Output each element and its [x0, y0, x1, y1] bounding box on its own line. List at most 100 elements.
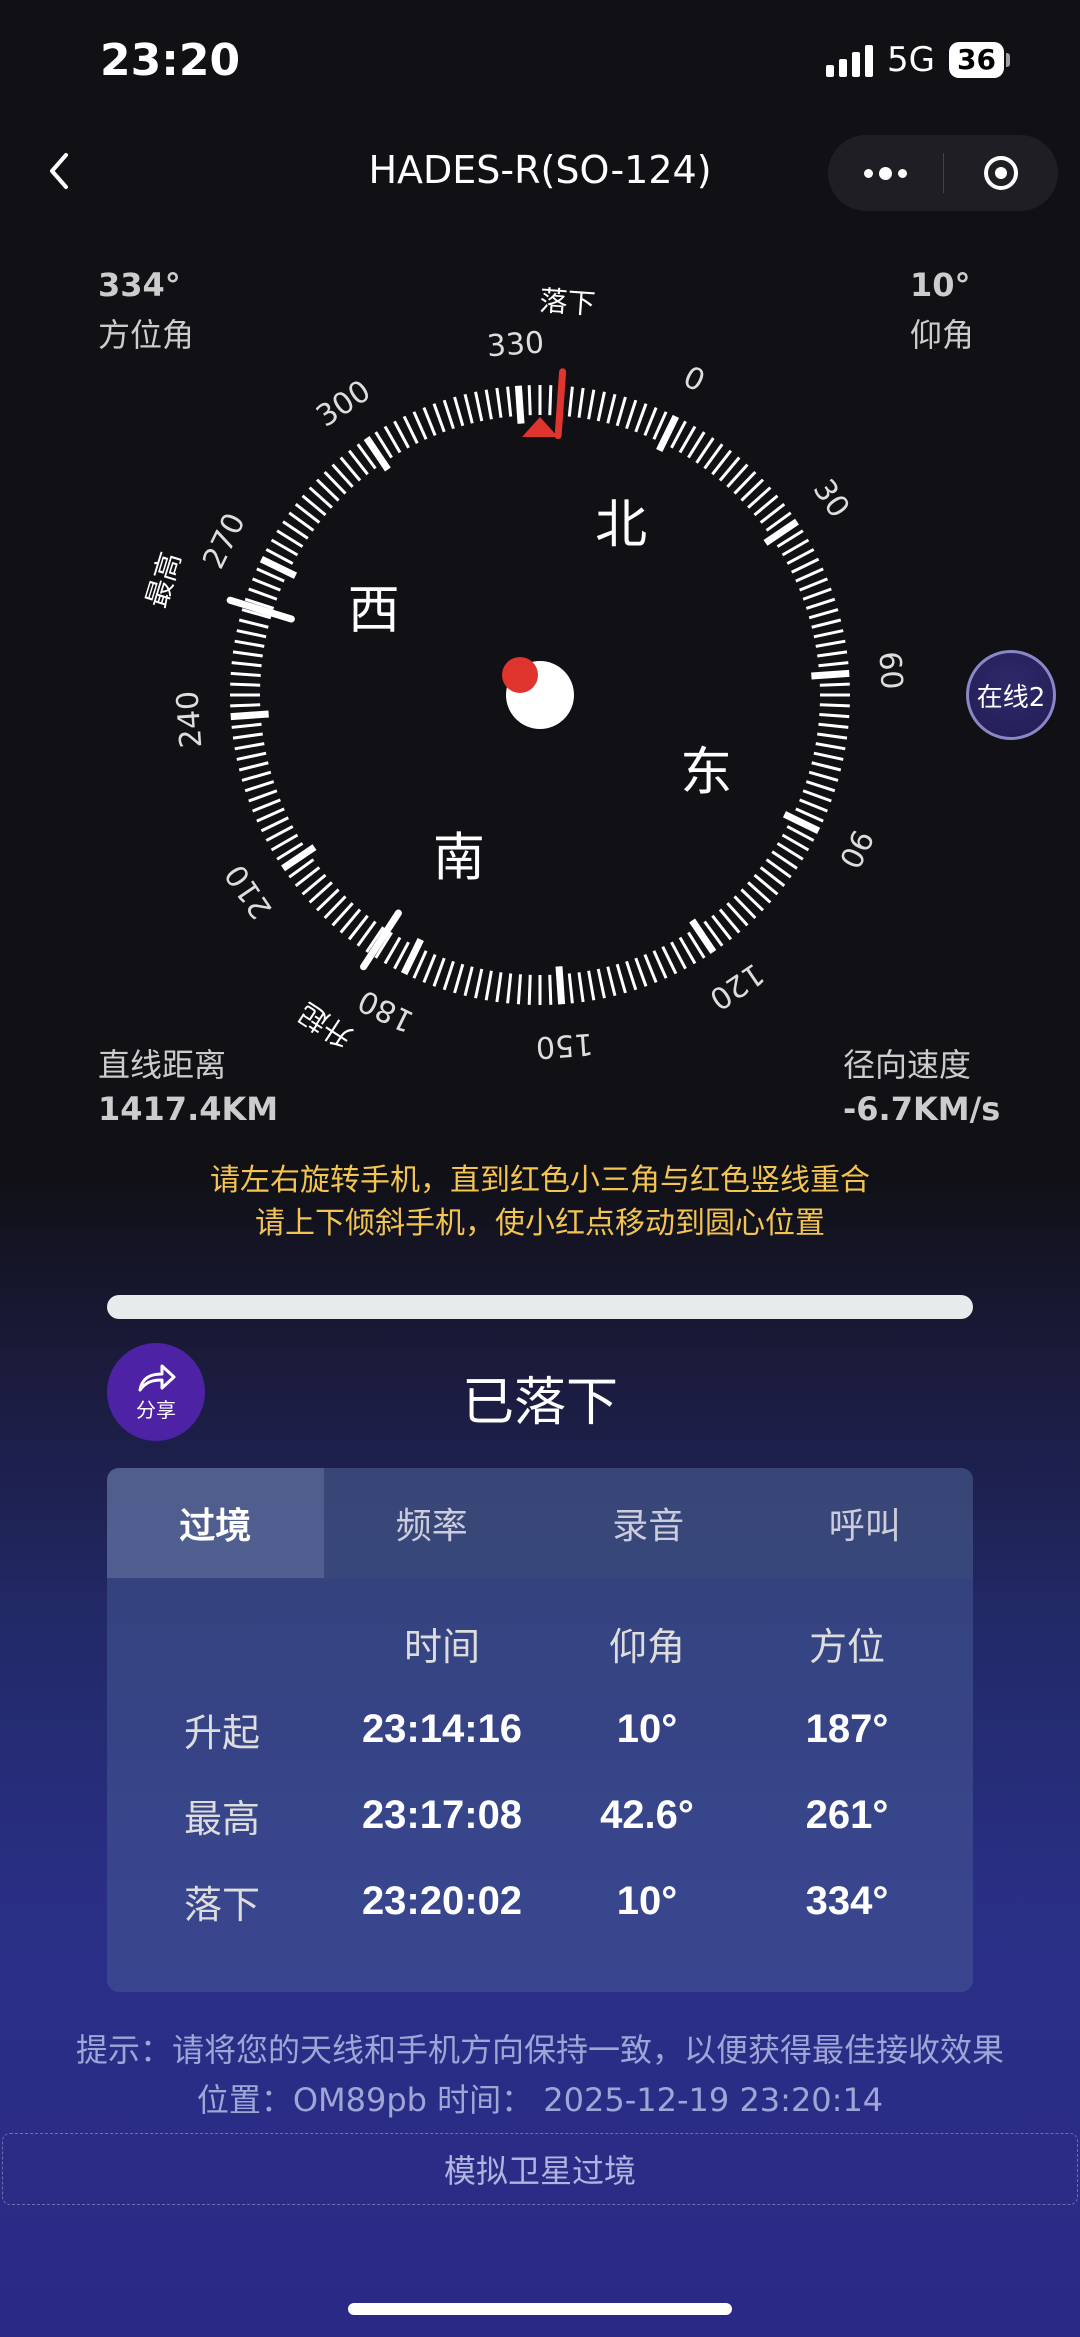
compass-tick — [689, 918, 717, 954]
compass-direction-label: 南 — [433, 828, 485, 888]
distance-label: 直线距离 — [98, 1046, 227, 1084]
pass-info-card: 过境 频率 录音 呼叫 时间 仰角 方位 升起 23:14:16 10° 187… — [107, 1468, 973, 1992]
compass-tick — [463, 966, 474, 997]
tab-pass[interactable]: 过境 — [107, 1468, 324, 1578]
close-mini-program-button[interactable] — [944, 135, 1059, 211]
compass-tick — [548, 974, 553, 1005]
compass-tick — [230, 703, 261, 708]
compass-tick — [422, 954, 437, 983]
more-button[interactable] — [828, 135, 943, 211]
rise-marker — [360, 909, 402, 971]
table-row: 落下 23:20:02 10° 334° — [107, 1858, 973, 1944]
header-azimuth: 方位 — [808, 1624, 885, 1669]
tab-recording[interactable]: 录音 — [540, 1468, 757, 1578]
compass-tick — [805, 780, 836, 793]
compass-tick — [432, 403, 446, 433]
pass-status: 已落下 — [461, 1373, 618, 1433]
compass-tick — [248, 587, 278, 601]
compass-tick — [813, 629, 844, 639]
compass-tick — [615, 396, 627, 427]
tab-frequency[interactable]: 频率 — [324, 1468, 541, 1578]
compass-direction-label: 东 — [680, 743, 732, 803]
compass-tick — [587, 389, 596, 420]
compass-tick — [661, 946, 678, 975]
compass-tick — [808, 770, 839, 782]
compass-degree-label: 240 — [170, 690, 209, 750]
compass-tick — [412, 411, 428, 440]
home-indicator — [348, 2303, 732, 2315]
set-marker — [554, 368, 567, 440]
compass-tick — [238, 618, 269, 629]
compass-tick — [818, 661, 849, 668]
compass-tick — [453, 396, 465, 427]
compass-tick — [763, 518, 799, 546]
compass-tick — [577, 387, 585, 418]
set-marker-label: 落下 — [538, 284, 596, 321]
compass-tick — [231, 661, 262, 668]
compass-tick — [234, 742, 265, 751]
target-icon — [983, 156, 1018, 190]
compass-tick — [596, 391, 606, 422]
compass-tick — [238, 761, 269, 772]
compass-tick — [484, 389, 493, 420]
rise-marker-label: 升起 — [293, 996, 358, 1054]
compass-tick — [231, 722, 262, 729]
compass-tick — [236, 751, 267, 761]
compass-tick — [634, 403, 648, 433]
compass-tick — [484, 970, 493, 1001]
tab-call[interactable]: 呼叫 — [757, 1468, 974, 1578]
compass-tick — [802, 587, 832, 601]
simulate-pass-button[interactable]: 模拟卫星过境 — [2, 2133, 1078, 2205]
compass-tick — [495, 387, 503, 418]
header-elevation: 仰角 — [608, 1624, 685, 1669]
compass-tick — [815, 742, 846, 751]
compass-tick — [567, 386, 574, 417]
compass-tick — [516, 974, 522, 1005]
compass-tick — [514, 385, 525, 424]
compass-tick — [422, 407, 437, 436]
compass-tick — [643, 407, 658, 436]
compass-degree-label: 60 — [871, 650, 909, 691]
network-type: 5G — [887, 40, 936, 80]
row-label: 升起 — [183, 1710, 260, 1755]
compass-tick — [577, 972, 585, 1003]
compass-tick — [818, 722, 849, 729]
compass-tick — [555, 966, 566, 1005]
status-time: 23:20 — [100, 35, 241, 86]
compass-tick — [230, 682, 261, 687]
compass-tick — [811, 669, 850, 680]
compass-tick — [442, 960, 455, 991]
compass-tick — [819, 713, 850, 719]
compass-tick — [805, 597, 836, 610]
compass-degree-label: 120 — [703, 955, 770, 1016]
compass-tick — [548, 385, 553, 416]
compass-tick — [652, 950, 668, 979]
compass-tick — [808, 608, 839, 620]
antenna-tip: 提示：请将您的天线和手机方向保持一致，以便获得最佳接收效果 — [75, 2031, 1004, 2069]
compass-degree-label: 210 — [218, 858, 279, 925]
compass-tick — [625, 960, 638, 991]
compass-tick — [248, 789, 278, 803]
compass-tick — [474, 968, 484, 999]
more-icon — [863, 168, 873, 178]
compass-tick — [817, 732, 848, 740]
compass-tick — [527, 385, 532, 416]
compass-tick — [260, 816, 289, 833]
compass-tick — [802, 789, 832, 803]
compass-tick — [236, 629, 267, 639]
tilt-indicator-dot — [502, 657, 538, 693]
compass-tick — [527, 974, 532, 1005]
compass-tick — [811, 618, 842, 629]
compass-tick — [606, 393, 617, 424]
compass-tick — [241, 770, 272, 782]
compass-degree-label: 300 — [310, 373, 377, 434]
distance-value: 1417.4KM — [98, 1090, 279, 1128]
compass-tick — [811, 761, 842, 772]
compass-tick — [453, 963, 465, 994]
compass-tick — [506, 386, 513, 417]
row-label: 落下 — [183, 1882, 260, 1927]
online-badge[interactable]: 在线2 — [966, 650, 1056, 740]
hint-rotate: 请左右旋转手机，直到红色小三角与红色竖线重合 — [210, 1163, 870, 1198]
battery-level: 36 — [949, 42, 1004, 78]
compass-tick — [244, 780, 275, 793]
